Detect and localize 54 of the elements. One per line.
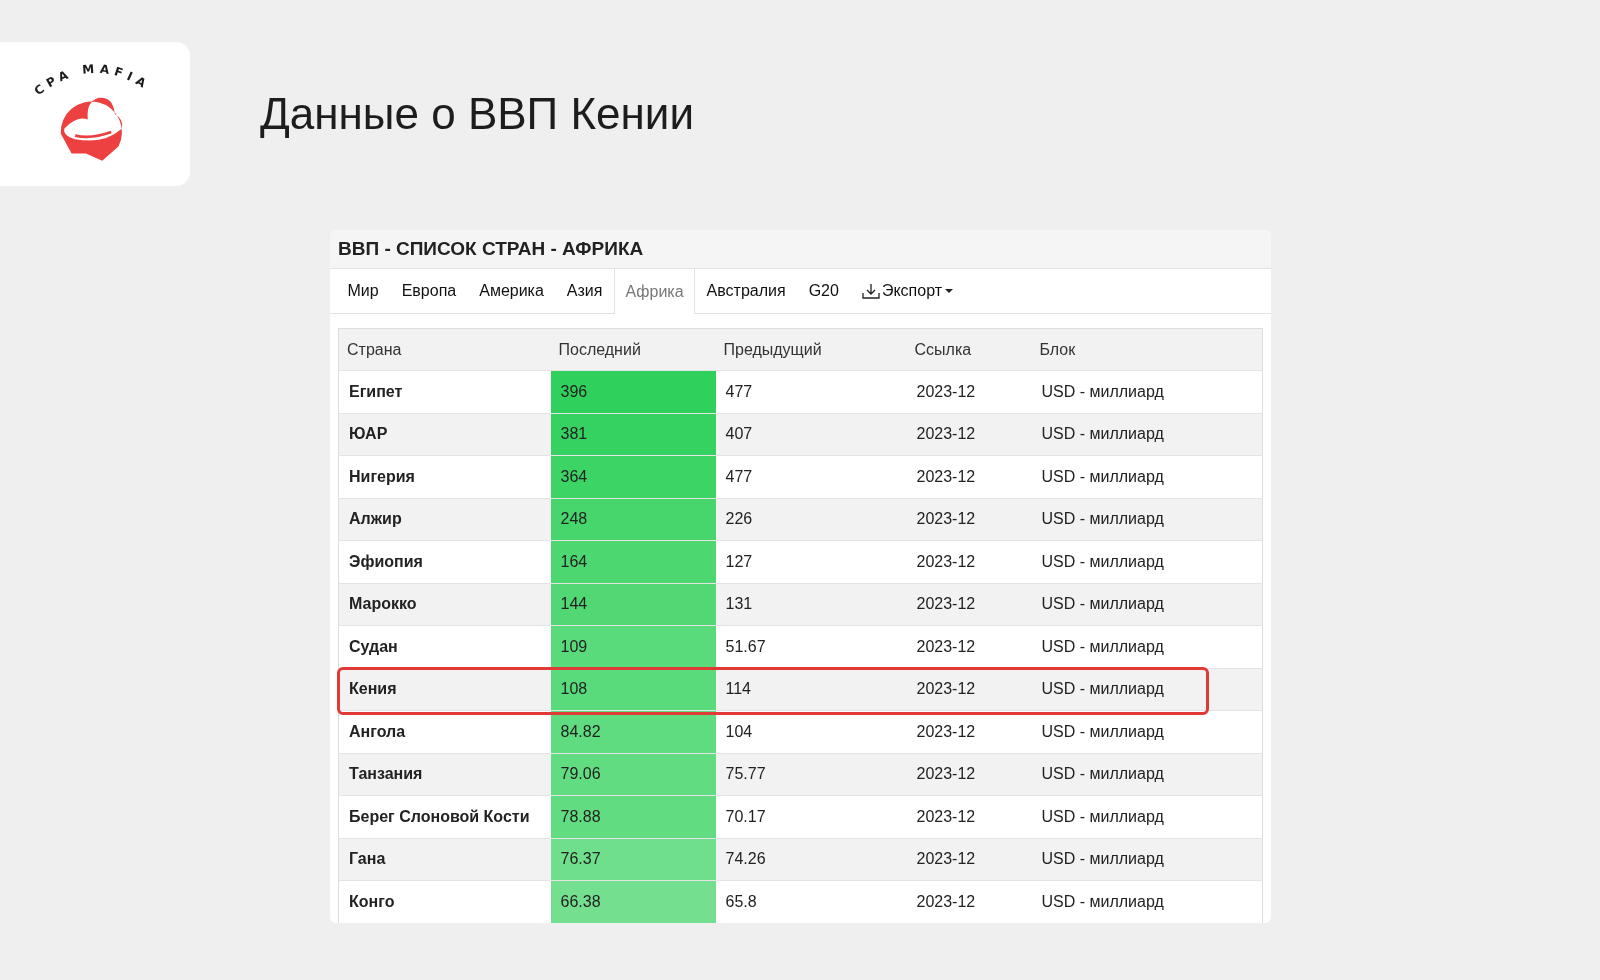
- table-cell: 131: [715, 583, 907, 626]
- country-cell: ЮАР: [338, 413, 551, 456]
- latest-value-cell: 396: [550, 370, 716, 413]
- latest-value-cell: 144: [550, 583, 716, 626]
- country-cell: Гана: [338, 838, 551, 881]
- table-cell: 2023-12: [906, 583, 1032, 626]
- table-cell: USD - миллиард: [1031, 838, 1263, 881]
- table-cell: 75.77: [715, 753, 907, 796]
- latest-value-cell: 78.88: [550, 795, 716, 838]
- latest-value-cell: 164: [550, 540, 716, 583]
- table-cell: 65.8: [715, 880, 907, 923]
- latest-value-cell: 66.38: [550, 880, 716, 923]
- latest-value-cell: 79.06: [550, 753, 716, 796]
- caret-icon: [944, 288, 954, 294]
- table-cell: 2023-12: [906, 880, 1032, 923]
- country-cell: Марокко: [338, 583, 551, 626]
- table-cell: USD - миллиард: [1031, 880, 1263, 923]
- latest-value-cell: 109: [550, 625, 716, 668]
- table-cell: 2023-12: [906, 753, 1032, 796]
- column-header: Блок: [1031, 328, 1263, 371]
- country-cell: Конго: [338, 880, 551, 923]
- latest-value-cell: 364: [550, 455, 716, 498]
- region-tab[interactable]: Африка: [613, 269, 696, 314]
- column-header: Последний: [550, 328, 716, 371]
- country-cell: Алжир: [338, 498, 551, 541]
- table-cell: USD - миллиард: [1031, 753, 1263, 796]
- download-icon: [861, 283, 880, 299]
- table-cell: 2023-12: [906, 838, 1032, 881]
- table-cell: 2023-12: [906, 413, 1032, 456]
- table-cell: USD - миллиард: [1031, 583, 1263, 626]
- latest-value-cell: 248: [550, 498, 716, 541]
- table-cell: 114: [715, 668, 907, 711]
- column-header: Ссылка: [906, 328, 1032, 371]
- table-cell: 407: [715, 413, 907, 456]
- table-cell: 74.26: [715, 838, 907, 881]
- latest-value-cell: 76.37: [550, 838, 716, 881]
- table-cell: USD - миллиард: [1031, 668, 1263, 711]
- country-cell: Судан: [338, 625, 551, 668]
- table-cell: 2023-12: [906, 498, 1032, 541]
- table-cell: 2023-12: [906, 625, 1032, 668]
- country-cell: Кения: [338, 668, 551, 711]
- column-header: Страна: [338, 328, 551, 371]
- country-cell: Танзания: [338, 753, 551, 796]
- table-cell: 51.67: [715, 625, 907, 668]
- table-cell: USD - миллиард: [1031, 498, 1263, 541]
- table-cell: 226: [715, 498, 907, 541]
- column-header: Предыдущий: [715, 328, 907, 371]
- latest-value-cell: 381: [550, 413, 716, 456]
- latest-value-cell: 108: [550, 668, 716, 711]
- table-cell: USD - миллиард: [1031, 413, 1263, 456]
- page-title: Данные о ВВП Кении: [260, 89, 694, 139]
- latest-value-cell: 84.82: [550, 710, 716, 753]
- panel-heading: ВВП - СПИСОК СТРАН - АФРИКА: [330, 230, 1271, 269]
- table-cell: 2023-12: [906, 668, 1032, 711]
